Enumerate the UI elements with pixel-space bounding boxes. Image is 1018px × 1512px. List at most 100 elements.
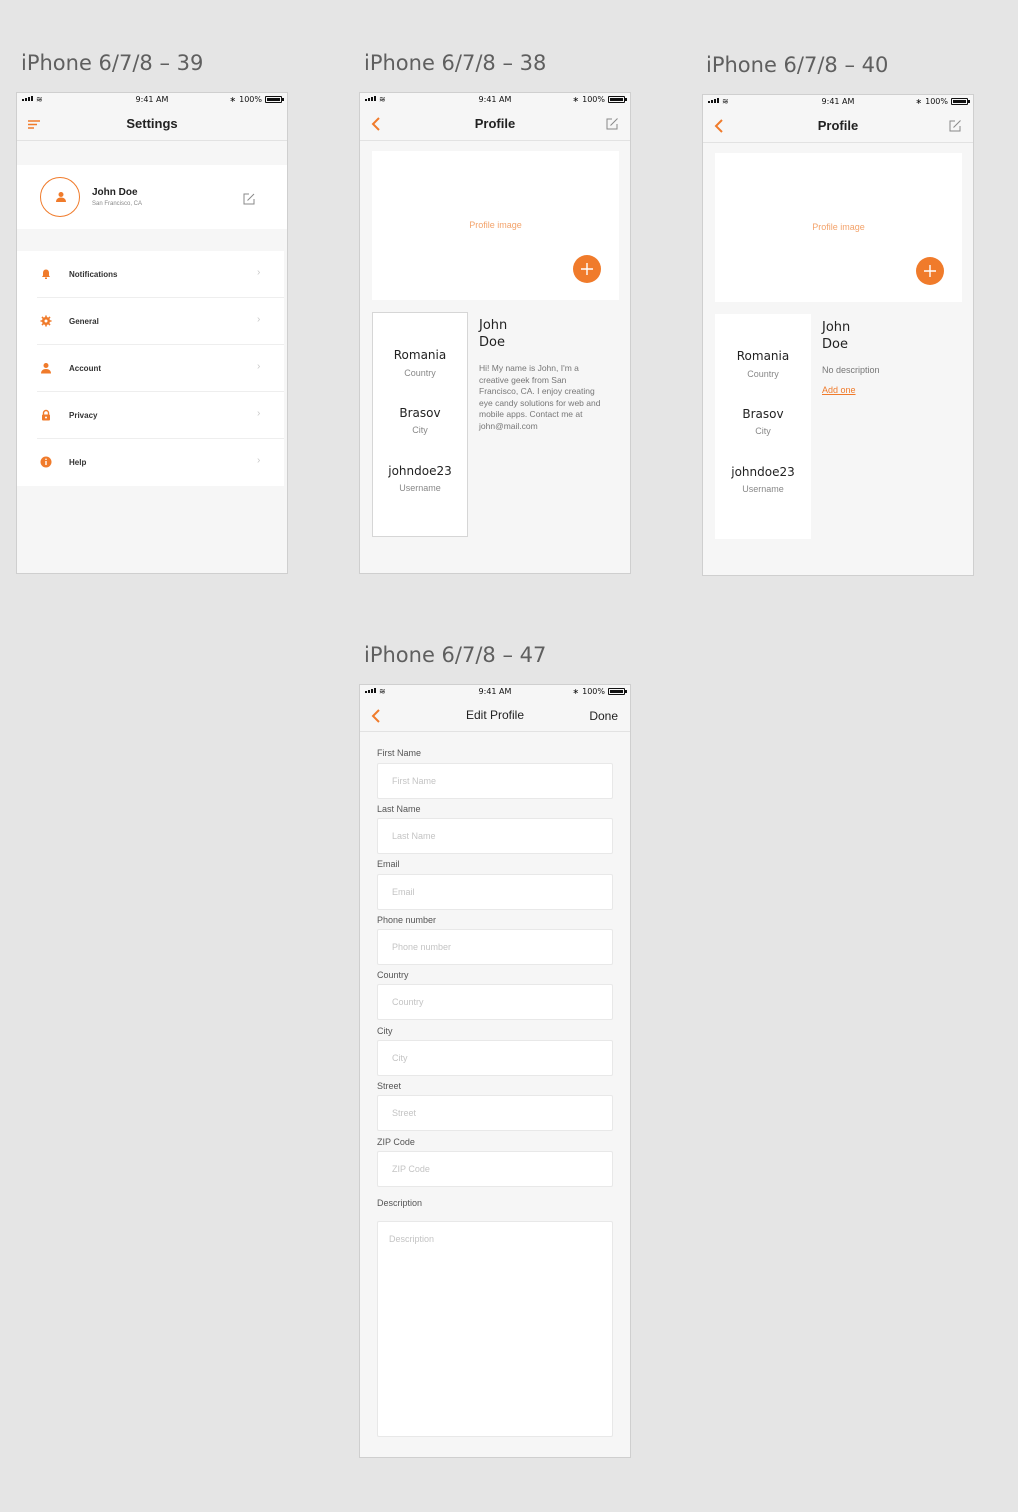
last-name-label: Last Name bbox=[377, 804, 421, 814]
description-label: Description bbox=[377, 1198, 423, 1208]
artboard-label-edit-profile: iPhone 6/7/8 – 47 bbox=[364, 643, 547, 667]
first-name-input[interactable] bbox=[377, 763, 613, 799]
profile-info-card: Romania Country Brasov City johndoe23 Us… bbox=[372, 312, 468, 537]
country-value: Romania bbox=[393, 348, 447, 362]
edit-icon[interactable] bbox=[604, 116, 620, 132]
settings-item-notifications[interactable]: Notifications › bbox=[17, 251, 284, 298]
zip-code-input[interactable] bbox=[377, 1151, 613, 1187]
battery-icon bbox=[265, 96, 284, 103]
battery-icon bbox=[608, 96, 627, 103]
country-value: Romania bbox=[736, 349, 790, 363]
chevron-right-icon: › bbox=[257, 455, 261, 466]
user-name: John Doe bbox=[92, 187, 138, 198]
user-icon bbox=[56, 192, 66, 202]
city-value: Brasov bbox=[399, 406, 441, 420]
bell-icon bbox=[40, 267, 52, 279]
chevron-right-icon: › bbox=[257, 361, 261, 372]
country-label: Country bbox=[404, 368, 436, 378]
info-icon bbox=[40, 455, 52, 468]
avatar bbox=[40, 177, 80, 217]
first-name-label: First Name bbox=[377, 748, 422, 758]
edit-icon[interactable] bbox=[947, 118, 963, 134]
street-input[interactable] bbox=[377, 1095, 613, 1131]
city-label: City bbox=[377, 1026, 393, 1036]
edit-profile-screen: ≋ 9:41 AM ∗ 100% Edit Profile Done First … bbox=[359, 684, 631, 1458]
phone-number-label: Phone number bbox=[377, 915, 437, 925]
profile-description: Hi! My name is John, I'm a creative geek… bbox=[479, 363, 601, 431]
plus-icon bbox=[581, 263, 593, 275]
profile-summary[interactable]: John Doe San Francisco, CA bbox=[17, 165, 287, 229]
settings-item-label: Privacy bbox=[69, 411, 98, 420]
settings-item-account[interactable]: Account › bbox=[17, 345, 284, 392]
settings-list: Notifications › General › Account › Priv… bbox=[17, 251, 284, 486]
profile-name: John Doe bbox=[822, 319, 882, 353]
navbar: Settings bbox=[17, 107, 287, 141]
artboard-label-profile: iPhone 6/7/8 – 38 bbox=[364, 51, 547, 75]
street-label: Street bbox=[377, 1081, 402, 1091]
profile-image: Profile image bbox=[372, 151, 619, 300]
username-label: Username bbox=[742, 484, 784, 494]
city-value: Brasov bbox=[742, 407, 784, 421]
navbar: Profile bbox=[703, 109, 973, 143]
country-input[interactable] bbox=[377, 984, 613, 1020]
add-photo-button[interactable] bbox=[573, 255, 601, 283]
username-value: johndoe23 bbox=[388, 464, 452, 478]
battery-percent: 100% bbox=[239, 95, 262, 104]
page-title: Profile bbox=[474, 116, 516, 131]
page-title: Settings bbox=[126, 116, 178, 131]
chevron-right-icon: › bbox=[257, 408, 261, 419]
bluetooth-icon: ∗ bbox=[572, 687, 580, 696]
add-description-link[interactable]: Add one bbox=[822, 385, 856, 395]
user-icon bbox=[40, 361, 52, 374]
done-button[interactable]: Done bbox=[589, 709, 618, 723]
profile-image-placeholder: Profile image bbox=[812, 222, 865, 232]
phone-number-input[interactable] bbox=[377, 929, 613, 965]
status-bar: ≋ 9:41 AM ∗ 100% bbox=[360, 685, 630, 699]
edit-icon[interactable] bbox=[242, 192, 256, 211]
username-label: Username bbox=[399, 483, 441, 493]
settings-item-label: Notifications bbox=[69, 270, 118, 279]
profile-image: Profile image bbox=[715, 153, 962, 302]
battery-icon bbox=[608, 688, 627, 695]
profile-image-placeholder: Profile image bbox=[469, 220, 522, 230]
navbar: Profile bbox=[360, 107, 630, 141]
battery-icon bbox=[951, 98, 970, 105]
status-bar: ≋ 9:41 AM ∗ 100% bbox=[703, 95, 973, 109]
city-input[interactable] bbox=[377, 1040, 613, 1076]
last-name: Doe bbox=[479, 335, 505, 350]
bluetooth-icon: ∗ bbox=[572, 95, 580, 104]
artboard-label-profile-empty: iPhone 6/7/8 – 40 bbox=[706, 53, 889, 77]
artboard-label-settings: iPhone 6/7/8 – 39 bbox=[21, 51, 204, 75]
no-description-text: No description bbox=[822, 365, 880, 375]
description-textarea[interactable] bbox=[377, 1221, 613, 1437]
country-label: Country bbox=[377, 970, 409, 980]
settings-item-label: Help bbox=[69, 458, 87, 467]
gear-icon bbox=[40, 314, 52, 327]
settings-screen: ≋ 9:41 AM ∗ 100% Settings John Doe San Fr… bbox=[16, 92, 288, 574]
settings-item-general[interactable]: General › bbox=[17, 298, 284, 345]
plus-icon bbox=[924, 265, 936, 277]
user-location: San Francisco, CA bbox=[92, 201, 143, 207]
lock-icon bbox=[40, 408, 52, 421]
settings-item-help[interactable]: Help › bbox=[17, 439, 284, 486]
status-bar: ≋ 9:41 AM ∗ 100% bbox=[360, 93, 630, 107]
add-photo-button[interactable] bbox=[916, 257, 944, 285]
zip-code-label: ZIP Code bbox=[377, 1137, 415, 1147]
profile-name: John Doe bbox=[479, 317, 539, 351]
chevron-right-icon: › bbox=[257, 267, 261, 278]
profile-info-card: Romania Country Brasov City johndoe23 Us… bbox=[715, 314, 811, 539]
last-name-input[interactable] bbox=[377, 818, 613, 854]
email-input[interactable] bbox=[377, 874, 613, 910]
first-name: John bbox=[479, 318, 508, 333]
country-label: Country bbox=[747, 369, 779, 379]
status-bar: ≋ 9:41 AM ∗ 100% bbox=[17, 93, 287, 107]
city-label: City bbox=[755, 426, 771, 436]
last-name: Doe bbox=[822, 337, 848, 352]
settings-item-privacy[interactable]: Privacy › bbox=[17, 392, 284, 439]
email-label: Email bbox=[377, 859, 400, 869]
profile-screen: ≋ 9:41 AM ∗ 100% Profile Profile image Ro… bbox=[359, 92, 631, 574]
settings-item-label: Account bbox=[69, 364, 101, 373]
battery-percent: 100% bbox=[582, 687, 605, 696]
settings-item-label: General bbox=[69, 317, 99, 326]
bluetooth-icon: ∗ bbox=[229, 95, 237, 104]
